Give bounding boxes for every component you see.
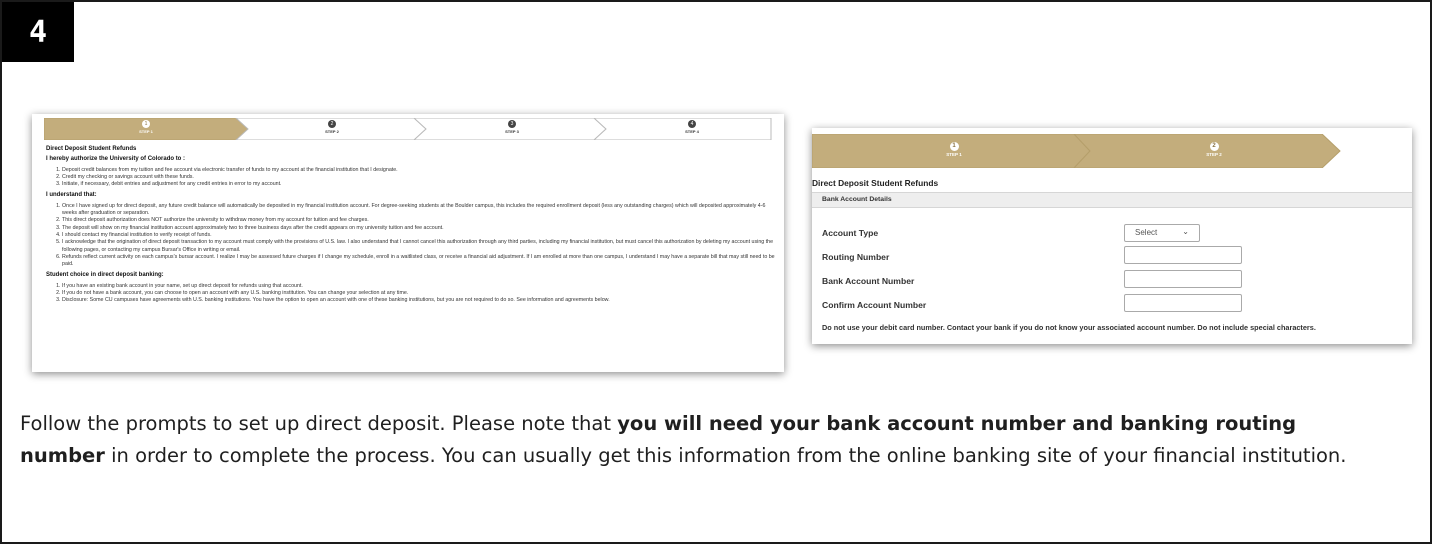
step-1-label: STEP 1 <box>946 152 962 157</box>
understand-list: Once I have signed up for direct deposit… <box>46 203 778 269</box>
step-2[interactable]: 2 STEP 2 <box>312 118 352 134</box>
section-header: Bank Account Details <box>812 192 1412 208</box>
list-item: Disclosure: Some CU campuses have agreem… <box>62 297 778 304</box>
step-4-dot: 4 <box>688 120 696 128</box>
bank-account-number-label: Bank Account Number <box>822 276 915 286</box>
instruction-card: 4 1 STEP 1 2 STEP 2 3 STEP 3 4 STEP 4 Di… <box>0 0 1432 544</box>
step-2-label: STEP 2 <box>325 129 339 134</box>
step-1-label: STEP 1 <box>139 129 153 134</box>
caption-text-2: in order to complete the process. You ca… <box>104 444 1347 467</box>
section-title: Bank Account Details <box>822 196 892 203</box>
step-number-badge: 4 <box>2 2 74 62</box>
step-4[interactable]: 4 STEP 4 <box>672 118 712 134</box>
step-3-label: STEP 3 <box>505 129 519 134</box>
account-type-label: Account Type <box>822 228 879 238</box>
step-1-dot: 1 <box>142 120 150 128</box>
page-title: Direct Deposit Student Refunds <box>812 178 939 188</box>
account-number-note: Do not use your debit card number. Conta… <box>822 323 1316 332</box>
authorize-heading: I hereby authorize the University of Col… <box>46 156 186 163</box>
bank-account-number-input[interactable] <box>1124 270 1242 288</box>
progress-steps: 1 STEP 1 2 STEP 2 3 STEP 3 4 STEP 4 <box>44 118 772 140</box>
choice-list: If you have an existing bank account in … <box>46 283 778 305</box>
chevron-down-icon: ⌄ <box>1182 227 1189 236</box>
step-2-dot: 2 <box>328 120 336 128</box>
understand-heading: I understand that: <box>46 192 97 199</box>
instruction-caption: Follow the prompts to set up direct depo… <box>20 408 1350 472</box>
step-4-label: STEP 4 <box>685 129 699 134</box>
account-type-value: Select <box>1135 228 1158 237</box>
routing-number-input[interactable] <box>1124 246 1242 264</box>
step-1[interactable]: 1 STEP 1 <box>126 118 166 134</box>
routing-number-label: Routing Number <box>822 252 890 262</box>
confirm-account-number-label: Confirm Account Number <box>822 300 927 310</box>
progress-steps-bar <box>812 133 1341 169</box>
page-title: Direct Deposit Student Refunds <box>46 146 137 152</box>
step-3[interactable]: 3 STEP 3 <box>492 118 532 134</box>
step-2-label: STEP 2 <box>1206 152 1222 157</box>
list-item: This direct deposit authorization does N… <box>62 217 778 224</box>
step-3-dot: 3 <box>508 120 516 128</box>
account-type-select[interactable]: Select ⌄ <box>1124 224 1200 242</box>
authorization-text: Direct Deposit Student Refunds I hereby … <box>46 146 778 305</box>
authorize-list: Deposit credit balances from my tuition … <box>46 167 778 189</box>
authorization-screenshot: 1 STEP 1 2 STEP 2 3 STEP 3 4 STEP 4 Dire… <box>32 114 784 372</box>
list-item: Once I have signed up for direct deposit… <box>62 203 778 218</box>
list-item: I should contact my financial institutio… <box>62 232 778 239</box>
caption-text-1: Follow the prompts to set up direct depo… <box>20 412 618 435</box>
list-item: If you have an existing bank account in … <box>62 283 778 290</box>
bank-details-screenshot: 1 STEP 1 2 STEP 2 Direct Deposit Student… <box>812 128 1412 344</box>
list-item: The deposit will show on my financial in… <box>62 225 778 232</box>
step-2[interactable]: 2 STEP 2 <box>1184 142 1244 157</box>
list-item: I acknowledge that the origination of di… <box>62 239 778 254</box>
list-item: Initiate, if necessary, debit entries an… <box>62 181 778 188</box>
list-item: If you do not have a bank account, you c… <box>62 290 778 297</box>
list-item: Deposit credit balances from my tuition … <box>62 167 778 174</box>
list-item: Credit my checking or savings account wi… <box>62 174 778 181</box>
step-1[interactable]: 1 STEP 1 <box>924 142 984 157</box>
choice-heading: Student choice in direct deposit banking… <box>46 272 164 279</box>
step-1-dot: 1 <box>949 142 959 151</box>
confirm-account-number-input[interactable] <box>1124 294 1242 312</box>
list-item: Refunds reflect current activity on each… <box>62 254 778 269</box>
progress-steps: 1 STEP 1 2 STEP 2 <box>812 133 1412 173</box>
step-2-dot: 2 <box>1209 142 1219 151</box>
